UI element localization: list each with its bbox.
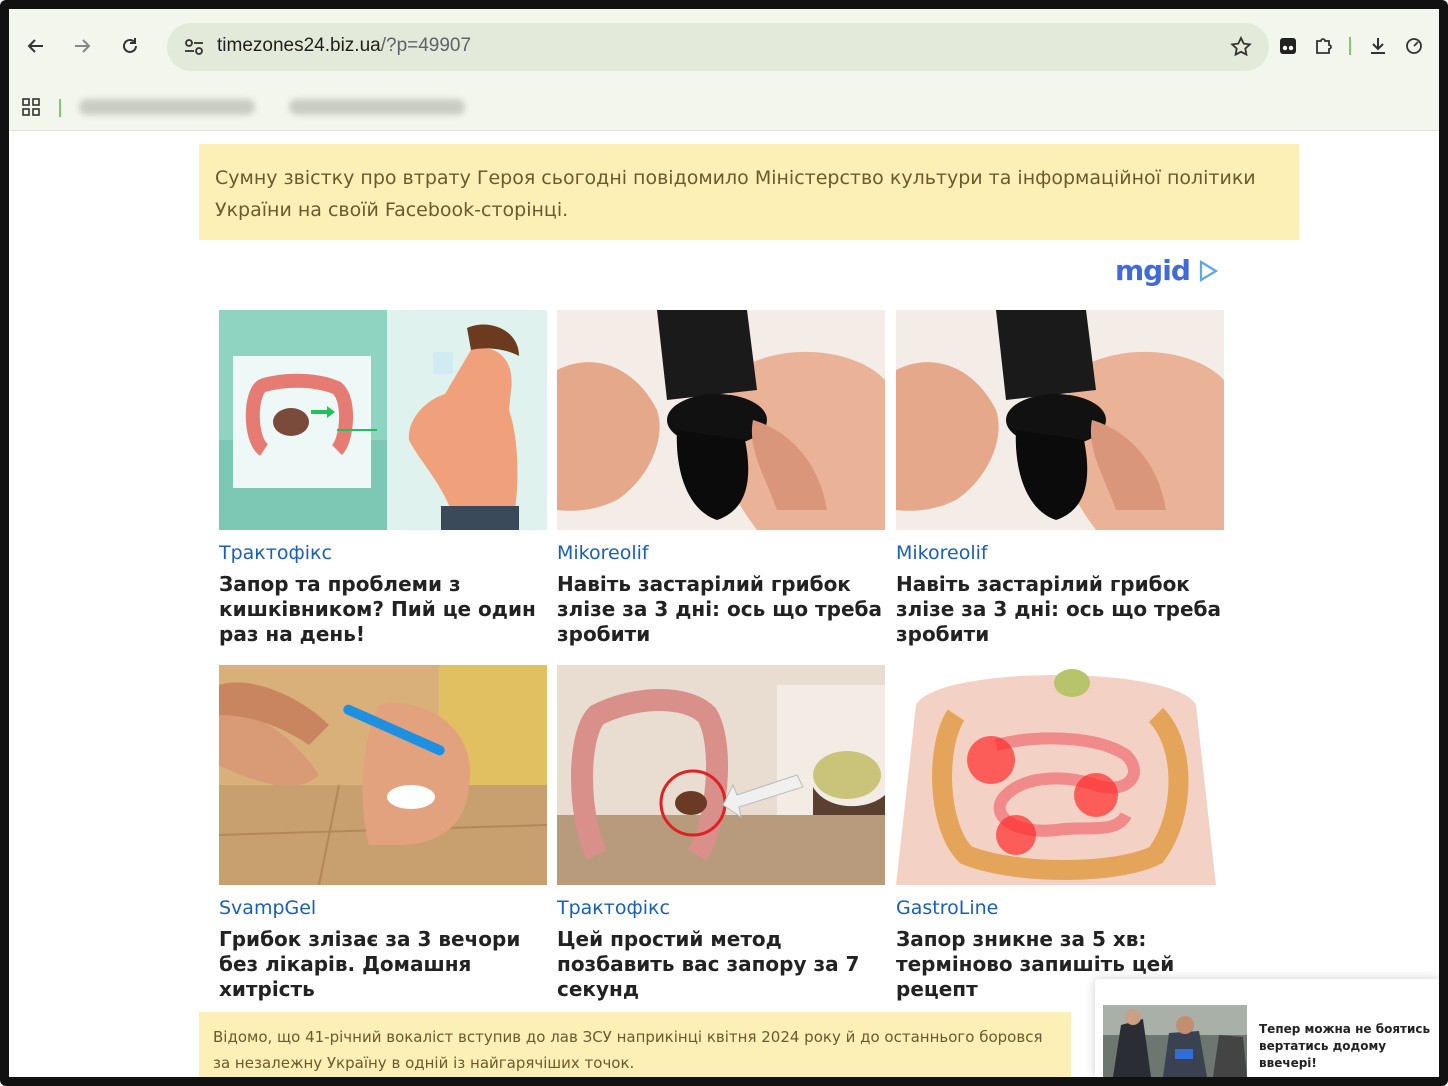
bookmarks-bar [9,81,1439,131]
ad-source-link[interactable]: Трактофікс [219,542,547,564]
bookmark-star-icon[interactable] [1229,35,1253,59]
ad-title-link[interactable]: Грибок злізає за 3 вечори без лікарів. Д… [219,927,547,1002]
video-toast[interactable]: Тепер можна не боятись вертатись додому … [1095,979,1439,1077]
ad-source-link[interactable]: Трактофікс [557,897,885,919]
ad-image-black-liquid[interactable] [557,310,885,530]
mgid-logo[interactable]: mgid [1115,254,1220,287]
ad-title-link[interactable]: Запор та проблеми з кишківником? Пий це … [219,572,547,647]
adchoices-play-icon [1199,259,1218,282]
extension-icon[interactable] [1275,33,1301,59]
ad-card[interactable]: Mikoreolif Навіть застарілий грибок зліз… [557,310,885,647]
back-arrow-icon [27,39,43,53]
browser-toolbar: timezones24.biz.ua/?p=49907 [9,9,1439,131]
bookmark-item-blurred[interactable] [289,99,465,115]
download-icon [1371,38,1385,54]
ad-image-intestine-man[interactable] [219,310,547,530]
ad-title-link[interactable]: Навіть застарілий грибок злізе за 3 дні:… [557,572,885,647]
toast-caption[interactable]: Тепер можна не боятись вертатись додому … [1259,1021,1435,1072]
forward-arrow-icon [75,39,91,53]
apps-grid-icon[interactable] [21,97,41,117]
article-paragraph-highlight: Відомо, що 41-річний вокаліст вступив до… [199,1012,1071,1077]
downloads-button[interactable] [1365,33,1391,59]
reload-icon [123,38,137,53]
url-host: timezones24.biz.ua [217,35,381,56]
toast-thumbnail[interactable] [1103,1005,1247,1077]
performance-button[interactable] [1401,33,1427,59]
ad-image-toothbrush-toenail[interactable] [219,665,547,885]
reload-button[interactable] [117,33,143,59]
address-bar[interactable]: timezones24.biz.ua/?p=49907 [167,23,1269,71]
performance-icon [1406,38,1422,54]
article-paragraph-highlight: Сумну звістку про втрату Героя сьогодні … [199,144,1299,240]
ad-source-link[interactable]: SvampGel [219,897,547,919]
incognito-extension-icon [1280,38,1296,54]
forward-button[interactable] [69,33,95,59]
ad-image-inflamed-intestines[interactable] [896,665,1224,885]
site-settings-icon[interactable] [183,36,205,58]
ad-card[interactable]: SvampGel Грибок злізає за 3 вечори без л… [219,665,547,1002]
extensions-puzzle-button[interactable] [1311,33,1337,59]
ad-card[interactable]: GastroLine Запор зникне за 5 хв: терміно… [896,665,1224,1002]
ad-title-link[interactable]: Навіть застарілий грибок злізе за 3 дні:… [896,572,1224,647]
puzzle-icon [1316,38,1332,54]
ad-source-link[interactable]: Mikoreolif [557,542,885,564]
url-text[interactable]: timezones24.biz.ua/?p=49907 [217,35,471,57]
ad-title-link[interactable]: Цей простий метод позбавить вас запору з… [557,927,885,1002]
bookmarks-separator [59,99,61,117]
page-content: Сумну звістку про втрату Героя сьогодні … [9,132,1439,1077]
ad-card[interactable]: Mikoreolif Навіть застарілий грибок зліз… [896,310,1224,647]
ad-card[interactable]: Трактофікс Запор та проблеми з кишківник… [219,310,547,647]
ad-image-black-liquid[interactable] [896,310,1224,530]
bookmark-item-blurred[interactable] [79,99,255,115]
ad-source-link[interactable]: GastroLine [896,897,1224,919]
ad-image-colon-powder[interactable] [557,665,885,885]
mgid-brand-text: mgid [1115,254,1191,287]
url-path: /?p=49907 [380,35,472,56]
ad-card[interactable]: Трактофікс Цей простий метод позбавить в… [557,665,885,1002]
browser-window: timezones24.biz.ua/?p=49907 Сумну звістк… [0,0,1448,1086]
ad-source-link[interactable]: Mikoreolif [896,542,1224,564]
toolbar-separator [1349,37,1351,55]
back-button[interactable] [23,33,49,59]
